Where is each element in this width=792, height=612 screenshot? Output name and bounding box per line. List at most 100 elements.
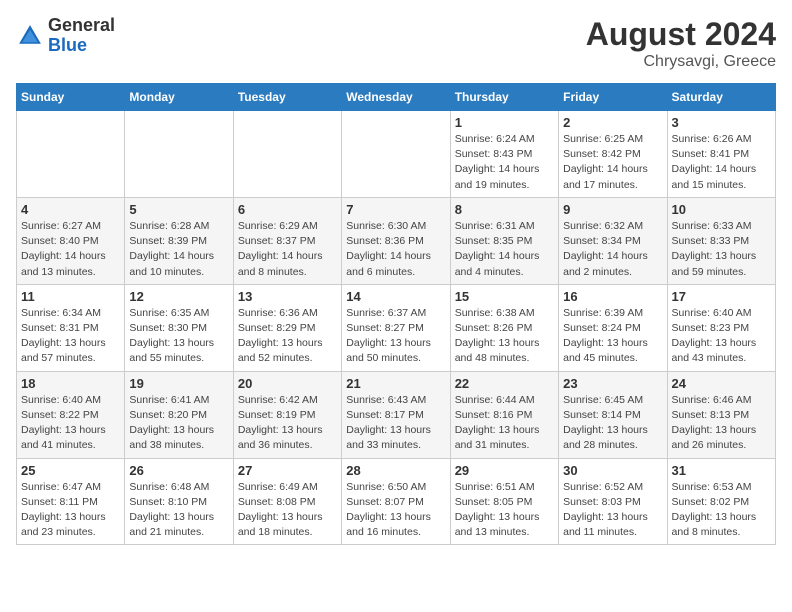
weekday-header-tuesday: Tuesday: [233, 84, 341, 111]
week-row-2: 4 Sunrise: 6:27 AM Sunset: 8:40 PM Daylig…: [17, 197, 776, 284]
weekday-header-sunday: Sunday: [17, 84, 125, 111]
day-info: Sunrise: 6:26 AM Sunset: 8:41 PM Dayligh…: [672, 132, 771, 193]
day-cell: 25 Sunrise: 6:47 AM Sunset: 8:11 PM Dayli…: [17, 458, 125, 545]
day-info: Sunrise: 6:52 AM Sunset: 8:03 PM Dayligh…: [563, 480, 662, 541]
day-info: Sunrise: 6:38 AM Sunset: 8:26 PM Dayligh…: [455, 306, 554, 367]
day-info: Sunrise: 6:53 AM Sunset: 8:02 PM Dayligh…: [672, 480, 771, 541]
day-info: Sunrise: 6:39 AM Sunset: 8:24 PM Dayligh…: [563, 306, 662, 367]
day-cell: 27 Sunrise: 6:49 AM Sunset: 8:08 PM Dayli…: [233, 458, 341, 545]
day-number: 25: [21, 463, 120, 478]
day-cell: [233, 111, 341, 198]
week-row-5: 25 Sunrise: 6:47 AM Sunset: 8:11 PM Dayli…: [17, 458, 776, 545]
day-info: Sunrise: 6:27 AM Sunset: 8:40 PM Dayligh…: [21, 219, 120, 280]
day-info: Sunrise: 6:34 AM Sunset: 8:31 PM Dayligh…: [21, 306, 120, 367]
day-number: 24: [672, 376, 771, 391]
logo-general: General: [48, 16, 115, 36]
day-cell: 26Sunrise: 6:48 AM Sunset: 8:10 PM Dayli…: [125, 458, 233, 545]
week-row-1: 1 Sunrise: 6:24 AM Sunset: 8:43 PM Daylig…: [17, 111, 776, 198]
day-number: 14: [346, 289, 445, 304]
day-number: 13: [238, 289, 337, 304]
day-number: 21: [346, 376, 445, 391]
week-row-4: 18Sunrise: 6:40 AM Sunset: 8:22 PM Dayli…: [17, 371, 776, 458]
day-info: Sunrise: 6:25 AM Sunset: 8:42 PM Dayligh…: [563, 132, 662, 193]
calendar-body: 1 Sunrise: 6:24 AM Sunset: 8:43 PM Daylig…: [17, 111, 776, 545]
weekday-header-monday: Monday: [125, 84, 233, 111]
day-info: Sunrise: 6:51 AM Sunset: 8:05 PM Dayligh…: [455, 480, 554, 541]
day-info: Sunrise: 6:24 AM Sunset: 8:43 PM Dayligh…: [455, 132, 554, 193]
day-cell: 22 Sunrise: 6:44 AM Sunset: 8:16 PM Dayli…: [450, 371, 558, 458]
day-info: Sunrise: 6:43 AM Sunset: 8:17 PM Dayligh…: [346, 393, 445, 454]
day-info: Sunrise: 6:45 AM Sunset: 8:14 PM Dayligh…: [563, 393, 662, 454]
day-info: Sunrise: 6:29 AM Sunset: 8:37 PM Dayligh…: [238, 219, 337, 280]
month-year: August 2024: [586, 16, 776, 53]
day-number: 7: [346, 202, 445, 217]
day-cell: 10Sunrise: 6:33 AM Sunset: 8:33 PM Dayli…: [667, 197, 775, 284]
day-number: 20: [238, 376, 337, 391]
day-number: 29: [455, 463, 554, 478]
weekday-row: SundayMondayTuesdayWednesdayThursdayFrid…: [17, 84, 776, 111]
day-info: Sunrise: 6:40 AM Sunset: 8:23 PM Dayligh…: [672, 306, 771, 367]
day-info: Sunrise: 6:49 AM Sunset: 8:08 PM Dayligh…: [238, 480, 337, 541]
day-info: Sunrise: 6:46 AM Sunset: 8:13 PM Dayligh…: [672, 393, 771, 454]
day-number: 28: [346, 463, 445, 478]
day-cell: 17 Sunrise: 6:40 AM Sunset: 8:23 PM Dayli…: [667, 284, 775, 371]
logo-icon: [16, 22, 44, 50]
day-number: 16: [563, 289, 662, 304]
day-cell: [17, 111, 125, 198]
day-info: Sunrise: 6:42 AM Sunset: 8:19 PM Dayligh…: [238, 393, 337, 454]
day-cell: 2 Sunrise: 6:25 AM Sunset: 8:42 PM Daylig…: [559, 111, 667, 198]
day-cell: 6 Sunrise: 6:29 AM Sunset: 8:37 PM Daylig…: [233, 197, 341, 284]
day-number: 1: [455, 115, 554, 130]
day-info: Sunrise: 6:47 AM Sunset: 8:11 PM Dayligh…: [21, 480, 120, 541]
location: Chrysavgi, Greece: [586, 53, 776, 71]
day-info: Sunrise: 6:31 AM Sunset: 8:35 PM Dayligh…: [455, 219, 554, 280]
logo: General Blue: [16, 16, 115, 56]
title-block: August 2024 Chrysavgi, Greece: [586, 16, 776, 71]
day-cell: 20 Sunrise: 6:42 AM Sunset: 8:19 PM Dayli…: [233, 371, 341, 458]
day-cell: 11 Sunrise: 6:34 AM Sunset: 8:31 PM Dayli…: [17, 284, 125, 371]
day-number: 4: [21, 202, 120, 217]
weekday-header-thursday: Thursday: [450, 84, 558, 111]
day-info: Sunrise: 6:32 AM Sunset: 8:34 PM Dayligh…: [563, 219, 662, 280]
day-number: 10: [672, 202, 771, 217]
day-cell: 30 Sunrise: 6:52 AM Sunset: 8:03 PM Dayli…: [559, 458, 667, 545]
day-cell: 16 Sunrise: 6:39 AM Sunset: 8:24 PM Dayli…: [559, 284, 667, 371]
day-cell: 28Sunrise: 6:50 AM Sunset: 8:07 PM Dayli…: [342, 458, 450, 545]
day-info: Sunrise: 6:28 AM Sunset: 8:39 PM Dayligh…: [129, 219, 228, 280]
day-number: 11: [21, 289, 120, 304]
day-info: Sunrise: 6:30 AM Sunset: 8:36 PM Dayligh…: [346, 219, 445, 280]
day-number: 9: [563, 202, 662, 217]
day-number: 6: [238, 202, 337, 217]
day-cell: 4 Sunrise: 6:27 AM Sunset: 8:40 PM Daylig…: [17, 197, 125, 284]
day-number: 2: [563, 115, 662, 130]
day-cell: 21 Sunrise: 6:43 AM Sunset: 8:17 PM Dayli…: [342, 371, 450, 458]
weekday-header-wednesday: Wednesday: [342, 84, 450, 111]
day-cell: 18Sunrise: 6:40 AM Sunset: 8:22 PM Dayli…: [17, 371, 125, 458]
day-cell: [342, 111, 450, 198]
week-row-3: 11 Sunrise: 6:34 AM Sunset: 8:31 PM Dayli…: [17, 284, 776, 371]
day-info: Sunrise: 6:44 AM Sunset: 8:16 PM Dayligh…: [455, 393, 554, 454]
day-cell: 7 Sunrise: 6:30 AM Sunset: 8:36 PM Daylig…: [342, 197, 450, 284]
day-number: 18: [21, 376, 120, 391]
calendar-table: SundayMondayTuesdayWednesdayThursdayFrid…: [16, 83, 776, 545]
day-info: Sunrise: 6:41 AM Sunset: 8:20 PM Dayligh…: [129, 393, 228, 454]
day-cell: 14Sunrise: 6:37 AM Sunset: 8:27 PM Dayli…: [342, 284, 450, 371]
day-cell: 31 Sunrise: 6:53 AM Sunset: 8:02 PM Dayli…: [667, 458, 775, 545]
logo-text: General Blue: [48, 16, 115, 56]
day-number: 23: [563, 376, 662, 391]
calendar-header: SundayMondayTuesdayWednesdayThursdayFrid…: [17, 84, 776, 111]
day-number: 27: [238, 463, 337, 478]
day-number: 5: [129, 202, 228, 217]
day-cell: 8 Sunrise: 6:31 AM Sunset: 8:35 PM Daylig…: [450, 197, 558, 284]
day-number: 8: [455, 202, 554, 217]
day-cell: 24 Sunrise: 6:46 AM Sunset: 8:13 PM Dayli…: [667, 371, 775, 458]
day-cell: 19Sunrise: 6:41 AM Sunset: 8:20 PM Dayli…: [125, 371, 233, 458]
day-number: 3: [672, 115, 771, 130]
day-info: Sunrise: 6:48 AM Sunset: 8:10 PM Dayligh…: [129, 480, 228, 541]
day-number: 30: [563, 463, 662, 478]
day-number: 17: [672, 289, 771, 304]
day-number: 22: [455, 376, 554, 391]
day-cell: [125, 111, 233, 198]
day-number: 15: [455, 289, 554, 304]
day-number: 31: [672, 463, 771, 478]
